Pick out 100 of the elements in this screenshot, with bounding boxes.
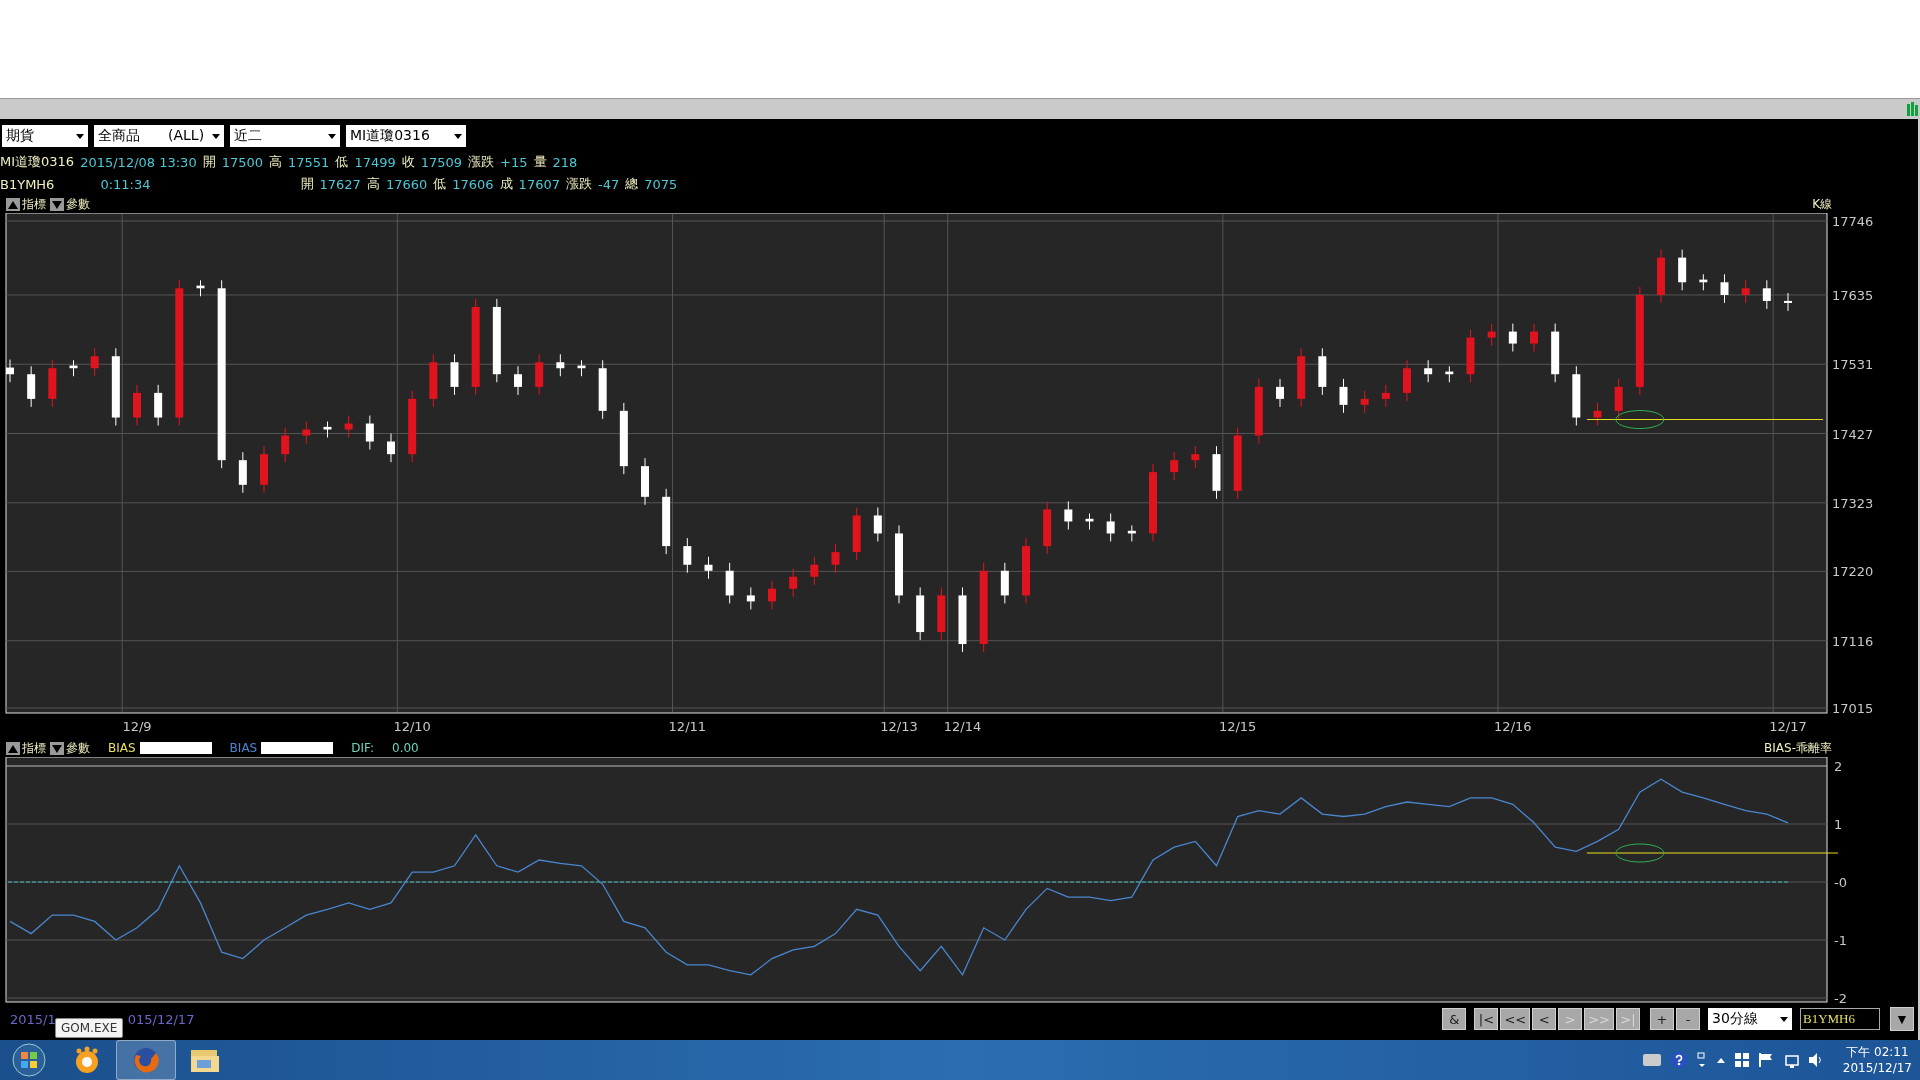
- date-axis-label: 12/13: [880, 719, 918, 734]
- date-axis-label: 12/10: [393, 719, 431, 734]
- period-select[interactable]: 30分線: [1708, 1008, 1792, 1030]
- candlestick: [556, 353, 565, 377]
- quote-label: 量: [533, 153, 547, 171]
- down-triangle-icon: [50, 741, 64, 755]
- candlestick: [1741, 279, 1750, 304]
- candlestick: [746, 586, 755, 610]
- help-icon[interactable]: [1670, 1052, 1687, 1068]
- quote-value: 17551: [288, 154, 330, 170]
- caret-icon: [1780, 1016, 1788, 1022]
- date-range-start: 2015/1: [10, 1011, 56, 1027]
- caret-icon: [76, 133, 84, 139]
- candlestick: [260, 445, 268, 494]
- quote-value: 17660: [385, 176, 428, 192]
- candlestick: [133, 384, 141, 427]
- zoom-button[interactable]: +: [1650, 1008, 1674, 1030]
- candlestick: [90, 347, 99, 377]
- zoom-button[interactable]: -: [1676, 1008, 1700, 1030]
- window-icon[interactable]: [1696, 1052, 1707, 1068]
- candlestick: [1678, 249, 1687, 291]
- candlestick: [1339, 378, 1348, 414]
- candlestick: [1466, 329, 1475, 383]
- indicator-button[interactable]: 指標: [6, 195, 46, 213]
- navigation-button[interactable]: |<: [1474, 1008, 1499, 1030]
- candlestick: [6, 359, 14, 383]
- candlestick: [238, 451, 247, 494]
- candlestick: [281, 427, 290, 463]
- parameter-button[interactable]: 參數: [50, 195, 90, 213]
- quote-label: MI道瓊0316: [0, 153, 75, 171]
- candlestick: [1043, 500, 1052, 555]
- candlestick: [1191, 445, 1200, 469]
- quote-value: 17499: [354, 154, 396, 170]
- quote-label: 收: [401, 153, 415, 171]
- navigation-button[interactable]: &: [1442, 1008, 1467, 1030]
- navigation-button[interactable]: <: [1532, 1008, 1557, 1030]
- candlestick: [302, 421, 311, 444]
- quote-label: 低: [335, 153, 349, 171]
- date-axis-label: 12/17: [1769, 719, 1807, 734]
- caret-icon: [328, 133, 336, 139]
- candlestick: [789, 568, 798, 598]
- candlestick: [323, 421, 332, 438]
- candlestick: [1127, 524, 1136, 542]
- filter-dropdown[interactable]: MI道瓊0316: [346, 125, 466, 147]
- candlestick: [1403, 359, 1411, 402]
- candlestick: [1699, 273, 1708, 291]
- quote-label: 漲跌: [565, 175, 592, 193]
- navigation-button[interactable]: <<: [1500, 1008, 1531, 1030]
- price-axis-label: 17531: [1832, 357, 1874, 373]
- filter-dropdown[interactable]: 近二: [230, 125, 340, 147]
- candlestick: [1784, 292, 1792, 312]
- candlestick: [1106, 512, 1115, 542]
- caret-icon: [454, 133, 462, 139]
- date-axis-label: 12/11: [668, 719, 707, 734]
- date-axis-label: 12/16: [1494, 719, 1532, 734]
- candlestick: [1614, 378, 1623, 420]
- candlestick: [1551, 323, 1560, 383]
- candlestick: [916, 586, 925, 641]
- candlestick: [1064, 500, 1073, 530]
- candlestick: [641, 457, 649, 506]
- quote-label: 漲跌: [468, 153, 495, 171]
- price-axis-label: 17116: [1832, 633, 1874, 649]
- price-axis-label: 17015: [1832, 701, 1874, 716]
- flag-icon[interactable]: [1758, 1053, 1773, 1067]
- candlestick: [725, 562, 734, 604]
- symbol-input[interactable]: B1YMH6: [1800, 1008, 1880, 1030]
- candlestick: [387, 433, 395, 463]
- candlestick: [514, 365, 522, 396]
- dif-value: 0.00: [392, 741, 419, 755]
- quote-label: 高: [269, 153, 283, 171]
- candlestick: [365, 415, 374, 450]
- quote-value: 17500: [221, 154, 264, 170]
- candlestick: [196, 279, 205, 297]
- candlestick: [1657, 249, 1665, 304]
- candlestick: [429, 353, 438, 408]
- highlight-ellipse: [1615, 410, 1665, 430]
- windows-icon[interactable]: [1734, 1053, 1749, 1067]
- candlestick: [1445, 365, 1454, 383]
- filter-dropdown[interactable]: 全商品 (ALL): [94, 125, 224, 147]
- quote-value: 17509: [420, 154, 463, 170]
- quote-label: 開: [300, 175, 314, 193]
- parameter-button[interactable]: 參數: [50, 739, 90, 757]
- bias-axis-label: -1: [1834, 933, 1847, 948]
- candlestick: [1530, 323, 1538, 353]
- candlestick: [535, 353, 544, 396]
- candlestick: [1276, 378, 1284, 408]
- bias-axis-label: 1: [1834, 817, 1843, 832]
- browser-taskbar-icon[interactable]: [116, 1040, 176, 1080]
- up-arrow-icon[interactable]: [1716, 1057, 1725, 1063]
- indicator-button[interactable]: 指標: [6, 739, 46, 757]
- network-icon[interactable]: [1782, 1052, 1799, 1068]
- candlestick: [1593, 402, 1602, 427]
- menu-button[interactable]: ▼: [1890, 1007, 1914, 1031]
- candlestick: [1170, 451, 1179, 481]
- candlestick: [937, 586, 946, 641]
- keyboard-icon[interactable]: [1642, 1054, 1661, 1066]
- candlestick: [1424, 359, 1433, 383]
- candlestick: [154, 384, 163, 427]
- bias-axis-label: -2: [1834, 991, 1847, 1004]
- filter-dropdown[interactable]: 期貨: [2, 125, 88, 147]
